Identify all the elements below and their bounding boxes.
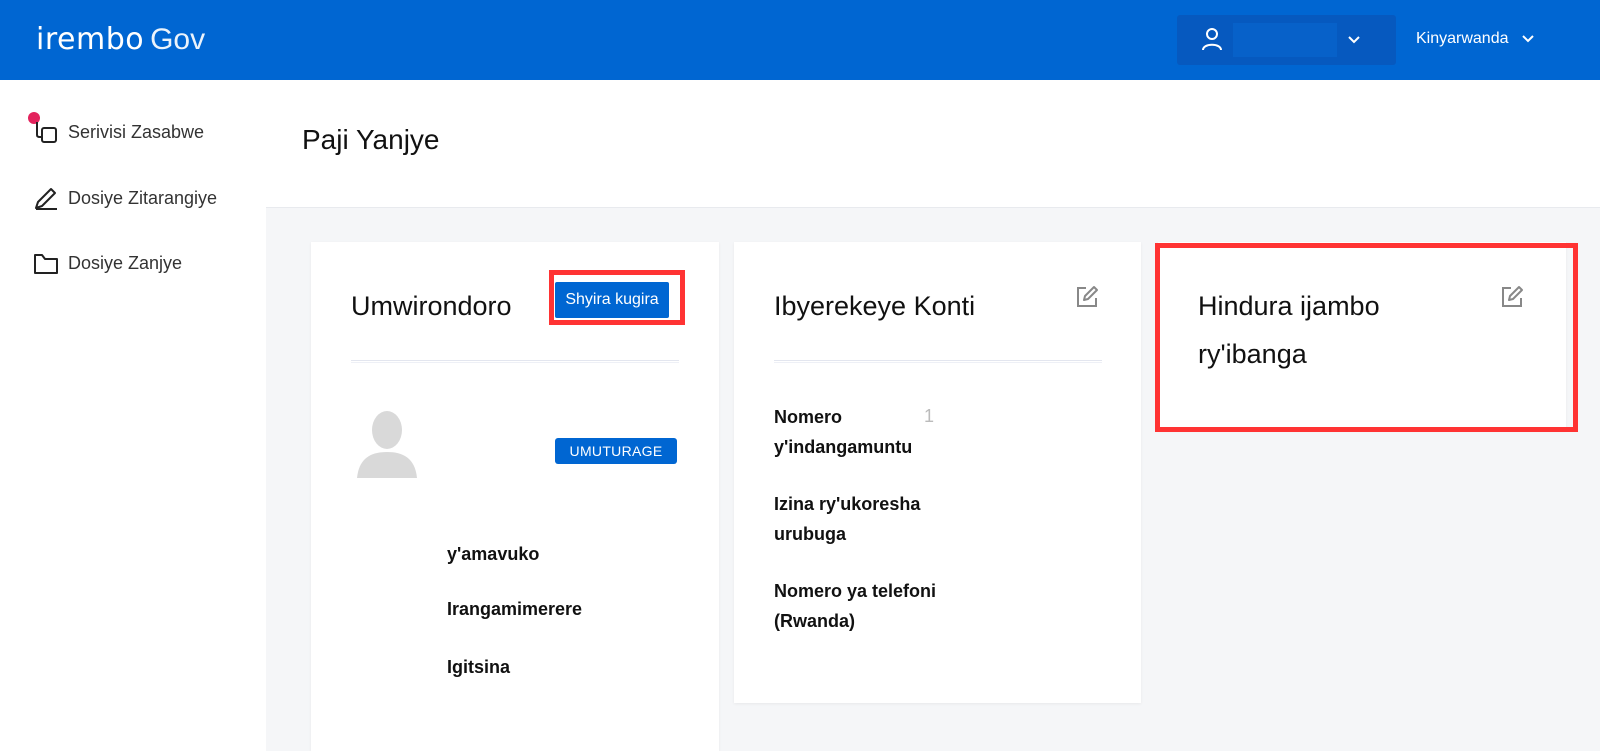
national-id-label-line2: y'indangamuntu <box>774 437 913 457</box>
user-icon <box>1202 28 1222 51</box>
username-label: Izina ry'ukoresha urubuga <box>774 489 920 549</box>
folder-icon <box>34 254 58 274</box>
gender-label: Igitsina <box>447 657 511 677</box>
marital-status-label: Irangamimerere <box>447 599 583 619</box>
sidebar-item-label: Serivisi Zasabwe <box>68 121 205 142</box>
chevron-down-icon <box>1348 36 1360 44</box>
account-info-card: Ibyerekeye Konti Nomero y'indangamuntu 1… <box>734 242 1141 703</box>
logo-main-text: irembo <box>36 22 145 57</box>
change-password-title-line2: ry'ibanga <box>1198 339 1307 369</box>
irembo-gov-logo[interactable]: irembo Gov <box>36 22 205 58</box>
national-id-value: 1 <box>924 406 935 426</box>
role-badge: UMUTURAGE <box>555 438 677 464</box>
sidebar-item-my-files[interactable]: Dosiye Zanjye <box>32 246 182 280</box>
username-label-line1: Izina ry'ukoresha <box>774 494 921 514</box>
edit-icon[interactable] <box>1499 284 1525 310</box>
card-divider <box>351 360 679 363</box>
language-selector[interactable]: Kinyarwanda <box>1416 24 1535 54</box>
page-title-band: Paji Yanjye <box>266 80 1600 208</box>
chevron-down-icon <box>1521 35 1534 43</box>
update-profile-button[interactable]: Shyira kugira <box>555 282 669 318</box>
user-name-redacted <box>1233 23 1337 57</box>
sidebar-item-requested-services[interactable]: Serivisi Zasabwe <box>32 115 204 149</box>
logo-sub-text: Gov <box>150 23 206 56</box>
birth-date-label: y'amavuko <box>447 544 540 564</box>
card-divider <box>774 360 1102 363</box>
sidebar-item-label: Dosiye Zanjye <box>68 252 183 273</box>
national-id-label: Nomero y'indangamuntu <box>774 402 912 462</box>
avatar-placeholder-icon <box>357 411 417 478</box>
edit-icon[interactable] <box>1074 284 1100 310</box>
change-password-card[interactable]: Hindura ijambo ry'ibanga <box>1158 242 1566 430</box>
language-label: Kinyarwanda <box>1416 30 1509 47</box>
phone-number-label-line1: Nomero ya telefoni <box>774 581 937 601</box>
profile-card: Umwirondoro Shyira kugira UMUTURAGE y'am… <box>311 242 719 751</box>
top-navigation-bar: irembo Gov Kinyarwanda <box>0 0 1600 80</box>
user-account-dropdown[interactable] <box>1177 15 1396 65</box>
page-title: Paji Yanjye <box>302 124 440 155</box>
account-card-title: Ibyerekeye Konti <box>774 291 976 321</box>
national-id-label-line1: Nomero <box>774 407 843 427</box>
phone-number-label-line2: (Rwanda) <box>774 611 855 631</box>
profile-card-title: Umwirondoro <box>351 291 512 321</box>
username-label-line2: urubuga <box>774 524 846 544</box>
change-password-title: Hindura ijambo ry'ibanga <box>1198 282 1380 378</box>
sidebar-item-label: Dosiye Zitarangiye <box>68 187 218 208</box>
phone-number-label: Nomero ya telefoni (Rwanda) <box>774 576 936 636</box>
change-password-title-line1: Hindura ijambo <box>1198 291 1380 321</box>
pen-icon <box>35 188 57 210</box>
sidebar-item-pending-files[interactable]: Dosiye Zitarangiye <box>32 181 217 215</box>
copy-icon <box>36 122 57 143</box>
